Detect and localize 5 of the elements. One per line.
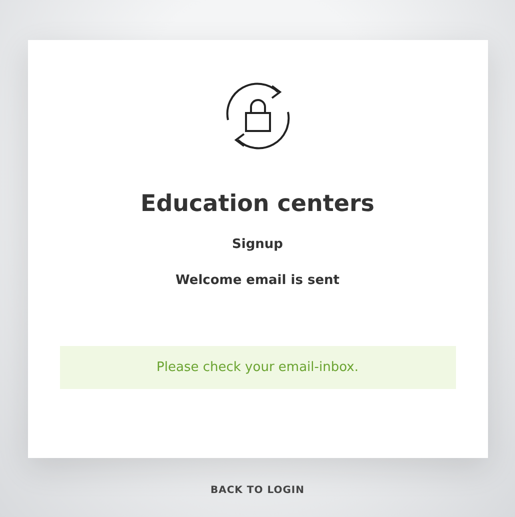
status-text: Welcome email is sent	[176, 273, 340, 288]
card-title: Education centers	[140, 191, 374, 217]
info-message: Please check your email-inbox.	[60, 346, 456, 389]
back-to-login-link[interactable]: BACK TO LOGIN	[210, 485, 305, 496]
subtitle: Signup	[232, 237, 283, 252]
